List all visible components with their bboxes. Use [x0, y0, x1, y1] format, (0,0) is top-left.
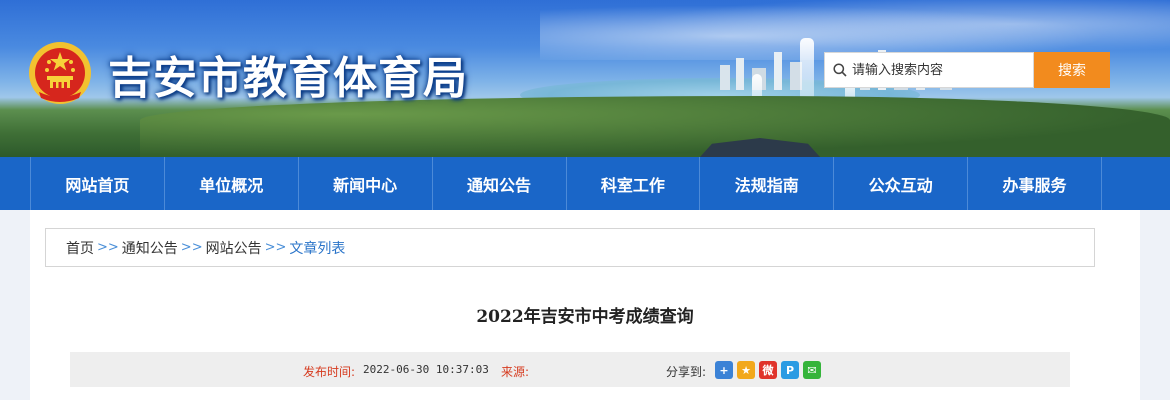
share-label: 分享到:	[666, 365, 707, 379]
publish-time-label: 发布时间:	[303, 365, 356, 379]
breadcrumb-separator: >>	[180, 240, 203, 255]
breadcrumb-announcements[interactable]: 网站公告	[206, 238, 262, 258]
header-banner: 吉安市教育体育局 搜索	[0, 0, 1170, 157]
nav-item-home[interactable]: 网站首页	[31, 157, 165, 210]
article-title: 2022年吉安市中考成绩查询	[476, 307, 694, 327]
wechat-icon[interactable]: ✉	[803, 361, 821, 379]
main-nav: 网站首页 单位概况 新闻中心 通知公告 科室工作 法规指南 公众互动 办事服务	[0, 157, 1170, 210]
search-field[interactable]	[824, 52, 1034, 88]
weibo-icon[interactable]: 微	[759, 361, 777, 379]
nav-item-regulations[interactable]: 法规指南	[700, 157, 835, 210]
search-icon	[833, 63, 847, 77]
tencent-weibo-icon[interactable]: P	[781, 361, 799, 379]
nav-item-about[interactable]: 单位概况	[165, 157, 299, 210]
breadcrumb-notices[interactable]: 通知公告	[122, 238, 178, 258]
nav-item-interaction[interactable]: 公众互动	[834, 157, 969, 210]
article-meta-bar: 发布时间: 2022-06-30 10:37:03 来源: 分享到: + ★ 微 P ✉	[70, 352, 1070, 387]
breadcrumb-separator: >>	[264, 240, 287, 255]
qzone-star-icon[interactable]: ★	[737, 361, 755, 379]
national-emblem-icon	[29, 42, 91, 104]
search-button[interactable]: 搜索	[1034, 52, 1110, 88]
search-input[interactable]	[852, 55, 1022, 85]
site-title: 吉安市教育体育局	[108, 53, 468, 104]
source-label: 来源:	[501, 365, 530, 379]
nav-item-news[interactable]: 新闻中心	[299, 157, 433, 210]
nav-item-services[interactable]: 办事服务	[968, 157, 1102, 210]
breadcrumb: 首页 >> 通知公告 >> 网站公告 >> 文章列表	[45, 228, 1095, 267]
qzone-plus-icon[interactable]: +	[715, 361, 733, 379]
breadcrumb-separator: >>	[97, 240, 119, 255]
share-icons: + ★ 微 P ✉	[715, 361, 821, 379]
main-content: 首页 >> 通知公告 >> 网站公告 >> 文章列表 2022年吉安市中考成绩查…	[30, 210, 1140, 400]
breadcrumb-home[interactable]: 首页	[66, 238, 94, 258]
breadcrumb-article-list[interactable]: 文章列表	[289, 238, 345, 258]
nav-item-notices[interactable]: 通知公告	[433, 157, 567, 210]
publish-time-value: 2022-06-30 10:37:03	[363, 363, 489, 376]
nav-item-departments[interactable]: 科室工作	[567, 157, 701, 210]
